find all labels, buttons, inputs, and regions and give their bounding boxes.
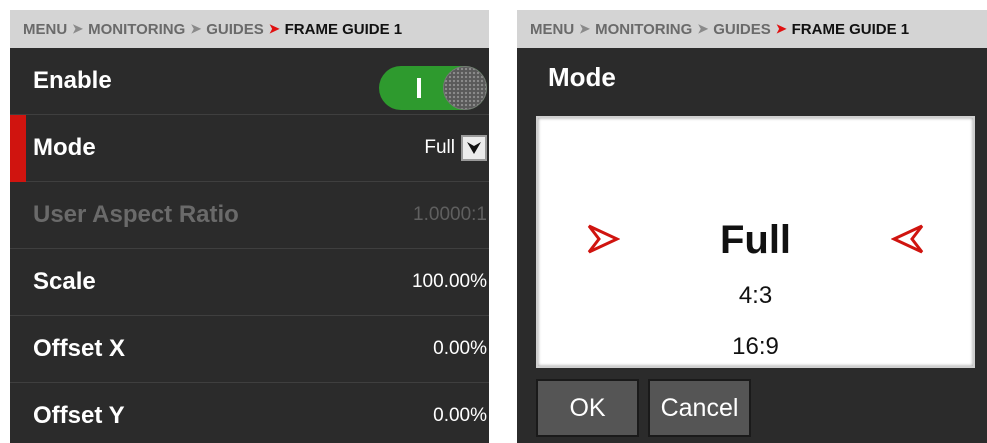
picker-option[interactable]: 4:3 [538, 282, 973, 310]
breadcrumb-item-current: FRAME GUIDE 1 [791, 20, 910, 38]
scale-label: Scale [33, 268, 96, 295]
dropdown-arrow-icon[interactable] [461, 135, 487, 161]
breadcrumb-item-current: FRAME GUIDE 1 [284, 20, 403, 38]
selection-arrow-right-icon [891, 224, 924, 254]
breadcrumb-item-menu[interactable]: MENU [23, 21, 67, 38]
mode-dropdown[interactable]: Full [424, 135, 487, 161]
mode-row[interactable]: Mode Full [10, 115, 489, 182]
breadcrumb-item-guides[interactable]: GUIDES [206, 21, 264, 38]
enable-row[interactable]: Enable [10, 48, 489, 115]
toggle-knob[interactable] [443, 66, 487, 110]
breadcrumb-item-monitoring[interactable]: MONITORING [88, 21, 185, 38]
user-aspect-ratio-label: User Aspect Ratio [33, 201, 239, 228]
toggle-on-indicator [417, 78, 421, 98]
scale-value: 100.00% [411, 271, 487, 292]
mode-label: Mode [33, 134, 96, 161]
mode-picker-wheel[interactable]: Full 4:3 16:9 [536, 116, 975, 368]
picker-option[interactable]: 16:9 [538, 333, 973, 361]
offset-y-value: 0.00% [433, 405, 487, 426]
user-aspect-ratio-row: User Aspect Ratio 1.0000:1 [10, 182, 489, 249]
breadcrumb-item-menu[interactable]: MENU [530, 21, 574, 38]
mode-picker-panel: MENU ➤ MONITORING ➤ GUIDES ➤ FRAME GUIDE… [517, 10, 987, 443]
offset-x-value: 0.00% [433, 338, 487, 359]
active-row-indicator [10, 115, 26, 182]
offset-x-row[interactable]: Offset X 0.00% [10, 316, 489, 383]
mode-value: Full [424, 137, 455, 158]
chevron-right-icon: ➤ [190, 21, 202, 36]
cancel-button[interactable]: Cancel [648, 379, 751, 437]
chevron-right-icon: ➤ [697, 21, 709, 36]
dialog-title: Mode [548, 62, 616, 92]
enable-label: Enable [33, 67, 112, 94]
chevron-right-icon: ➤ [579, 21, 591, 36]
red-chevron-right-icon: ➤ [268, 21, 280, 36]
frame-guide-settings-panel: MENU ➤ MONITORING ➤ GUIDES ➤ FRAME GUIDE… [10, 10, 489, 443]
user-aspect-ratio-value: 1.0000:1 [413, 204, 487, 225]
offset-y-row[interactable]: Offset Y 0.00% [10, 383, 489, 443]
chevron-right-icon: ➤ [72, 21, 84, 36]
offset-y-label: Offset Y [33, 402, 125, 429]
ok-button[interactable]: OK [536, 379, 639, 437]
breadcrumb: MENU ➤ MONITORING ➤ GUIDES ➤ FRAME GUIDE… [517, 10, 987, 48]
breadcrumb-item-guides[interactable]: GUIDES [713, 21, 771, 38]
offset-x-label: Offset X [33, 335, 126, 362]
breadcrumb: MENU ➤ MONITORING ➤ GUIDES ➤ FRAME GUIDE… [10, 10, 489, 48]
scale-row[interactable]: Scale 100.00% [10, 249, 489, 316]
breadcrumb-item-monitoring[interactable]: MONITORING [595, 21, 692, 38]
enable-toggle[interactable] [379, 66, 487, 110]
red-chevron-right-icon: ➤ [775, 21, 787, 36]
